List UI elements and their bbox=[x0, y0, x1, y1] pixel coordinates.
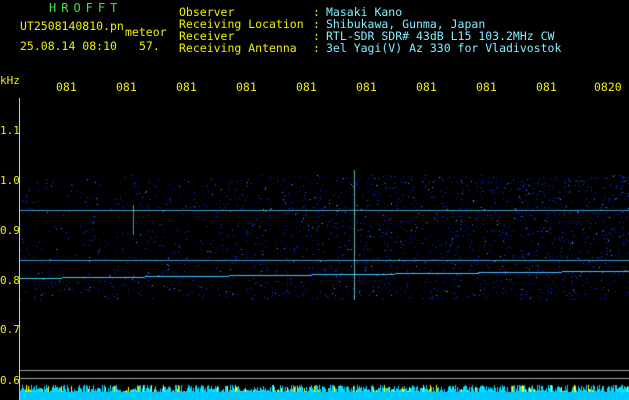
time-tick-3: 081 bbox=[176, 80, 197, 94]
time-tick-4: 081 bbox=[236, 80, 257, 94]
freq-tick-1-1: 1.1 bbox=[0, 124, 20, 137]
meteor-count: 57. bbox=[139, 39, 160, 53]
time-tick-5: 081 bbox=[296, 80, 317, 94]
time-tick-6: 081 bbox=[356, 80, 377, 94]
meteor-label: meteor bbox=[125, 25, 167, 39]
antenna-label: Receiving Antenna bbox=[179, 41, 297, 55]
spectrogram-canvas bbox=[20, 100, 629, 400]
freq-tick-0-9: 0.9 bbox=[0, 224, 20, 237]
time-tick-2: 081 bbox=[116, 80, 137, 94]
freq-tick-0-8: 0.8 bbox=[0, 274, 20, 287]
freq-tick-1-0: 1.0 bbox=[0, 174, 20, 187]
date-time: 25.08.14 08:10 bbox=[20, 39, 117, 53]
time-tick-7: 081 bbox=[416, 80, 437, 94]
antenna-value: 3el Yagi(V) Az 330 for Vladivostok bbox=[326, 41, 562, 55]
y-axis-unit: kHz bbox=[0, 74, 20, 87]
time-tick-8: 081 bbox=[476, 80, 497, 94]
app-title: HROFFT bbox=[49, 1, 123, 15]
time-tick-1: 081 bbox=[56, 80, 77, 94]
freq-tick-0-6: 0.6 bbox=[0, 374, 20, 387]
antenna-sep: : bbox=[313, 41, 320, 55]
file-name: UT2508140810.pn bbox=[20, 19, 124, 33]
freq-tick-0-7: 0.7 bbox=[0, 323, 20, 336]
time-tick-10: 0820 bbox=[594, 80, 622, 94]
time-tick-9: 081 bbox=[536, 80, 557, 94]
